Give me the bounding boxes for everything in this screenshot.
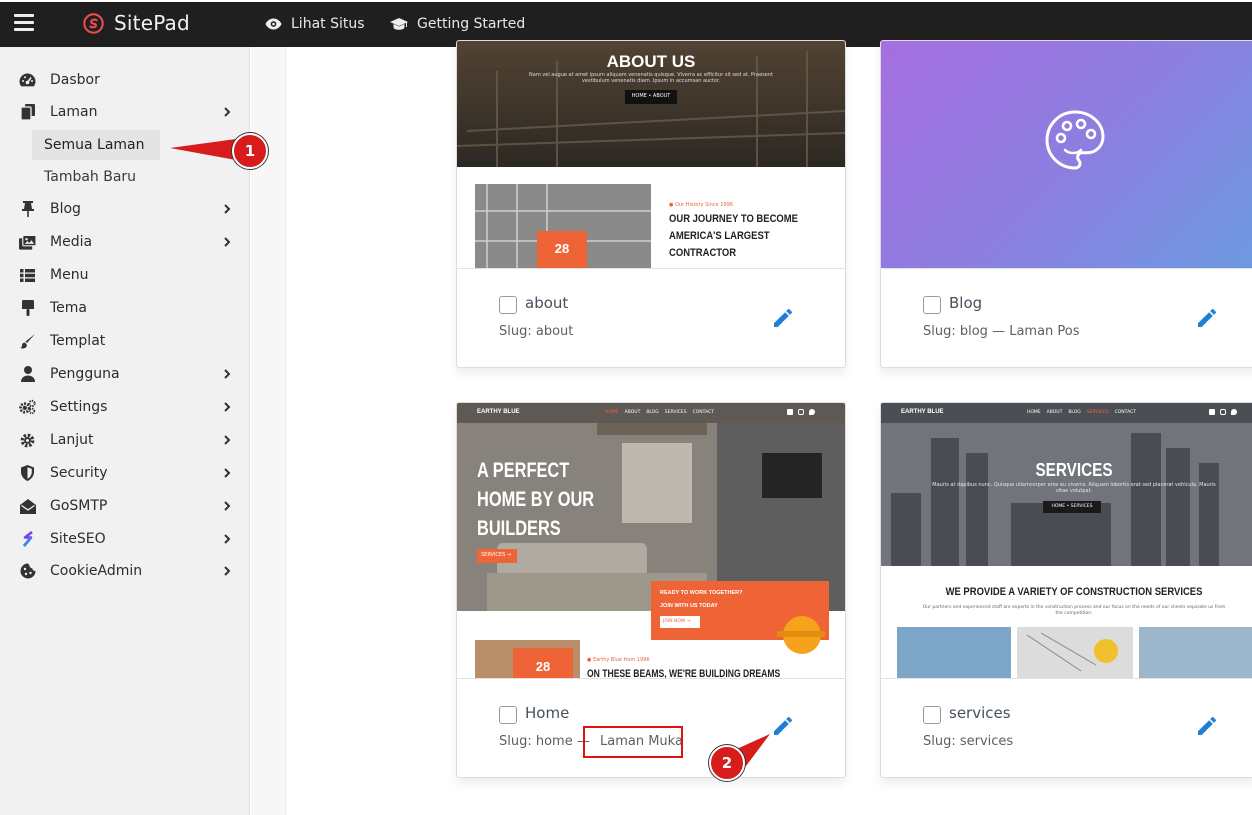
annotation-arrows: [170, 139, 770, 766]
callout-1-badge: 1: [232, 133, 268, 169]
callout-1-arrow: [170, 139, 236, 160]
highlight-box: [583, 726, 683, 758]
callout-2-badge: 2: [709, 745, 745, 781]
